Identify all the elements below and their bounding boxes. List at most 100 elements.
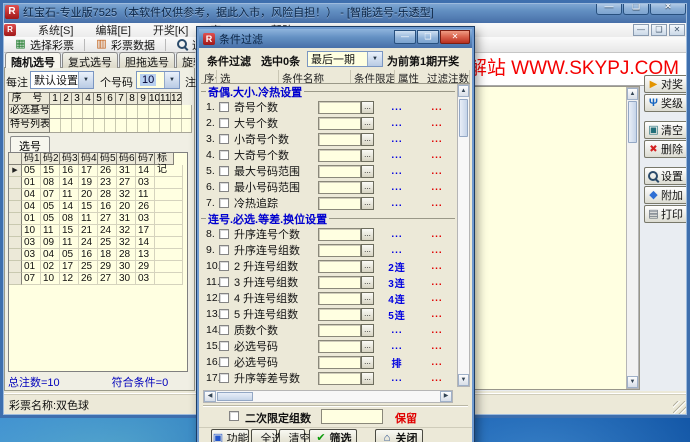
- filter-row[interactable]: 8. 升序连号个数 ... ... ...: [201, 226, 455, 242]
- condition-input[interactable]: [318, 356, 361, 369]
- filtered-count-value[interactable]: ...: [419, 118, 455, 129]
- attribute-value[interactable]: 2连: [375, 259, 419, 274]
- condition-input[interactable]: [318, 308, 361, 321]
- filtered-count-value[interactable]: ...: [419, 309, 455, 320]
- browse-button[interactable]: ...: [361, 324, 374, 337]
- row-selector[interactable]: ▶: [9, 165, 22, 177]
- row-selector[interactable]: [9, 201, 22, 213]
- browse-button[interactable]: ...: [361, 101, 374, 114]
- mode-tab[interactable]: 旋转矩阵: [176, 52, 195, 68]
- attribute-value[interactable]: ...: [375, 166, 419, 177]
- condition-input[interactable]: [318, 133, 361, 146]
- attribute-value[interactable]: ...: [375, 198, 419, 209]
- filtered-count-value[interactable]: ...: [419, 261, 455, 272]
- row-checkbox[interactable]: [219, 373, 229, 383]
- column-header[interactable]: 码5: [98, 153, 117, 165]
- attribute-value[interactable]: 5连: [375, 307, 419, 322]
- title-bar[interactable]: R 红宝石-专业版7525（本软件仅供参考，据此入市，风险自担！） - [智能选…: [0, 0, 690, 23]
- condition-input[interactable]: [318, 165, 361, 178]
- browse-button[interactable]: ...: [361, 228, 374, 241]
- tab-select-numbers[interactable]: 选号: [10, 136, 50, 152]
- table-row[interactable]: 03 09 11 24 25 32 14: [9, 237, 187, 249]
- filter-row[interactable]: 7. 冷热追踪 ... ... ...: [201, 195, 455, 211]
- dialog-button[interactable]: 功能: [211, 429, 249, 442]
- limit-checkbox[interactable]: [229, 411, 239, 421]
- browse-button[interactable]: ...: [361, 133, 374, 146]
- filtered-count-value[interactable]: ...: [419, 198, 455, 209]
- row-selector[interactable]: [9, 213, 22, 225]
- side-button[interactable]: 设置: [644, 167, 688, 185]
- row-checkbox[interactable]: [219, 341, 229, 351]
- table-row[interactable]: 03 04 05 16 18 28 13: [9, 249, 187, 261]
- scrollbar-thumb[interactable]: [217, 392, 253, 401]
- count-combo[interactable]: 10 ▼: [136, 71, 180, 89]
- condition-input[interactable]: [318, 149, 361, 162]
- results-scrollbar[interactable]: ▲ ▼: [626, 87, 639, 389]
- filtered-count-value[interactable]: ...: [419, 229, 455, 240]
- row-checkbox[interactable]: [219, 357, 229, 367]
- row-checkbox[interactable]: [219, 245, 229, 255]
- mdi-minimize-icon[interactable]: —: [633, 24, 649, 36]
- filter-row[interactable]: 10. 2 升连号组数 ... 2连 ...: [201, 258, 455, 274]
- dialog-button[interactable]: 清空: [279, 429, 305, 442]
- row-checkbox[interactable]: [219, 182, 229, 192]
- browse-button[interactable]: ...: [361, 260, 374, 273]
- column-header[interactable]: 码6: [117, 153, 136, 165]
- filter-horizontal-scrollbar[interactable]: ◀ ▶: [203, 390, 453, 403]
- maximize-icon[interactable]: ❑: [623, 0, 649, 15]
- dialog-close-icon[interactable]: ✕: [440, 30, 470, 44]
- filter-row[interactable]: 15. 必选号码 ... ... ...: [201, 338, 455, 354]
- base-row-cells[interactable]: [50, 105, 192, 119]
- period-combo[interactable]: 最后一期 ▼: [307, 51, 383, 67]
- row-checkbox[interactable]: [219, 309, 229, 319]
- minimize-icon[interactable]: —: [596, 0, 622, 15]
- browse-button[interactable]: ...: [361, 181, 374, 194]
- filtered-count-value[interactable]: ...: [419, 134, 455, 145]
- row-selector[interactable]: [9, 237, 22, 249]
- attribute-value[interactable]: 3连: [375, 275, 419, 290]
- filter-row[interactable]: 2. 大号个数 ... ... ...: [201, 115, 455, 131]
- row-checkbox[interactable]: [219, 166, 229, 176]
- condition-input[interactable]: [318, 372, 361, 385]
- filter-row[interactable]: 6. 最小号码范围 ... ... ...: [201, 179, 455, 195]
- filtered-count-value[interactable]: ...: [419, 102, 455, 113]
- filtered-count-value[interactable]: ...: [419, 373, 455, 384]
- browse-button[interactable]: ...: [361, 276, 374, 289]
- column-header[interactable]: 码3: [60, 153, 79, 165]
- column-header[interactable]: 码4: [79, 153, 98, 165]
- limit-input[interactable]: [321, 409, 383, 424]
- column-header[interactable]: 条件限定: [351, 70, 395, 83]
- column-header[interactable]: 条件名称: [279, 70, 351, 83]
- condition-input[interactable]: [318, 292, 361, 305]
- special-row-cells[interactable]: [50, 119, 192, 133]
- resize-grip[interactable]: [673, 401, 686, 414]
- side-button[interactable]: 对奖: [644, 75, 688, 93]
- attribute-value[interactable]: ...: [375, 182, 419, 193]
- filter-row[interactable]: 9. 升序连号组数 ... ... ...: [201, 242, 455, 258]
- attribute-value[interactable]: ...: [375, 150, 419, 161]
- row-checkbox[interactable]: [219, 325, 229, 335]
- dialog-button[interactable]: 关闭: [375, 429, 423, 442]
- condition-input[interactable]: [318, 324, 361, 337]
- row-checkbox[interactable]: [219, 198, 229, 208]
- filter-row[interactable]: 4. 大奇号个数 ... ... ...: [201, 147, 455, 163]
- mdi-close-icon[interactable]: ✕: [669, 24, 685, 36]
- row-selector[interactable]: [9, 273, 22, 285]
- filter-row[interactable]: 16. 必选号码 ... 排 ...: [201, 354, 455, 370]
- browse-button[interactable]: ...: [361, 165, 374, 178]
- side-button[interactable]: 附加: [644, 186, 688, 204]
- filter-row[interactable]: 14. 质数个数 ... ... ...: [201, 322, 455, 338]
- scroll-down-icon[interactable]: ▼: [458, 374, 469, 386]
- column-header[interactable]: 选: [217, 70, 279, 83]
- dialog-restore-icon[interactable]: ❑: [417, 30, 439, 44]
- condition-input[interactable]: [318, 181, 361, 194]
- scrollbar-thumb[interactable]: [628, 101, 637, 143]
- filter-row[interactable]: 13. 5 升连号组数 ... 5连 ...: [201, 306, 455, 322]
- row-checkbox[interactable]: [219, 150, 229, 160]
- filtered-count-value[interactable]: ...: [419, 293, 455, 304]
- side-button[interactable]: 打印: [644, 205, 688, 223]
- side-button[interactable]: 清空: [644, 121, 688, 139]
- browse-button[interactable]: ...: [361, 372, 374, 385]
- condition-input[interactable]: [318, 101, 361, 114]
- column-header[interactable]: 过滤注数: [424, 70, 470, 83]
